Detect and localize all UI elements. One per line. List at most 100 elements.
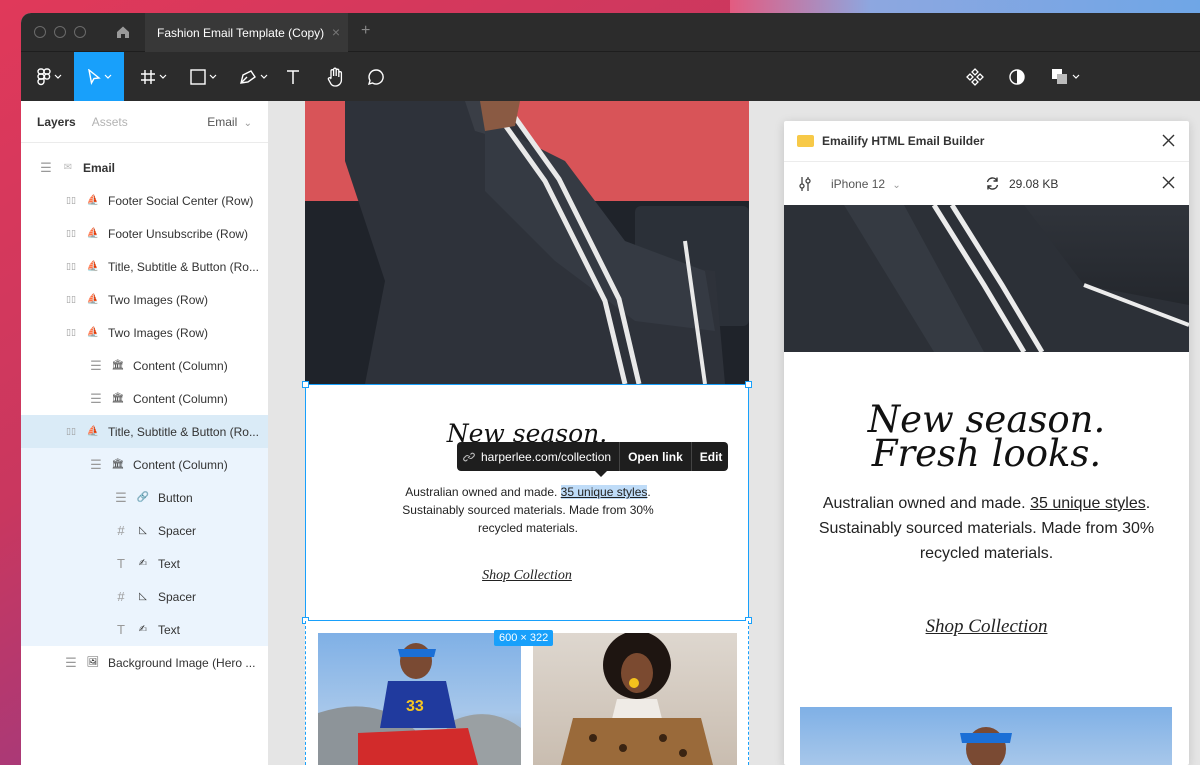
row-icon: ▯▯: [66, 294, 76, 304]
preview-hero-image: [784, 205, 1189, 352]
text-tool-button[interactable]: [279, 52, 307, 101]
title-subtitle-button-row[interactable]: New season. Australian owned and made. 3…: [302, 381, 752, 624]
chevron-down-icon: ⌄: [243, 117, 252, 129]
page-selector-label: Email: [207, 114, 238, 129]
column-emoji-icon: 🏛: [111, 459, 125, 470]
file-size-info: 29.08 KB: [985, 176, 1058, 191]
row-emoji-icon: ⛵: [86, 228, 100, 239]
link-tooltip: harperlee.com/collection Open link Edit: [457, 442, 729, 471]
photo-man-visor[interactable]: 33: [318, 633, 521, 765]
resize-handle[interactable]: [302, 381, 309, 388]
frame-size-badge: 600 × 322: [494, 630, 554, 646]
shape-tool-button[interactable]: [181, 52, 225, 101]
open-link-button[interactable]: Open link: [628, 450, 683, 464]
layer-row[interactable]: ▯▯ ⛵ Title, Subtitle & Button (Ro...: [21, 250, 268, 283]
email-body-text[interactable]: Australian owned and made. 35 unique sty…: [402, 483, 654, 537]
layer-label: Footer Unsubscribe (Row): [108, 226, 249, 241]
title-bar: Fashion Email Template (Copy) × +: [21, 13, 1200, 52]
preview-shop-collection-link[interactable]: Shop Collection: [784, 616, 1189, 638]
layer-label: Footer Social Center (Row): [108, 193, 254, 208]
frame-tool-button[interactable]: [131, 52, 175, 101]
text-icon: T: [117, 622, 125, 637]
preview-toolbar: iPhone 12 ⌄ 29.08 KB: [784, 162, 1189, 205]
new-tab-icon[interactable]: +: [361, 22, 370, 40]
refresh-icon[interactable]: [985, 176, 1000, 191]
layer-label: Text: [158, 622, 181, 637]
close-icon[interactable]: [1162, 134, 1175, 150]
file-size-label: 29.08 KB: [1009, 176, 1059, 191]
device-selector[interactable]: iPhone 12 ⌄: [831, 177, 901, 191]
move-tool-button[interactable]: [74, 52, 124, 101]
resize-handle[interactable]: [745, 381, 752, 388]
divider: [619, 442, 621, 471]
boolean-union-icon: [1051, 68, 1069, 86]
frame-icon: [140, 69, 156, 85]
layer-row[interactable]: ☰ 🏛 Content (Column): [21, 448, 268, 481]
text-emoji-icon: ✍: [138, 558, 148, 569]
tooltip-arrow: [595, 471, 607, 477]
page-selector[interactable]: Email ⌄: [207, 115, 252, 129]
shop-collection-link[interactable]: Shop Collection: [306, 568, 748, 584]
chevron-down-icon: ⌄: [892, 179, 901, 191]
tab-close-icon[interactable]: ×: [332, 24, 340, 40]
photo-woman-leopard[interactable]: [533, 633, 737, 765]
text-tool-icon: [285, 69, 301, 85]
close-icon[interactable]: [1162, 176, 1175, 192]
layer-row[interactable]: ▯▯ ⛵ Two Images (Row): [21, 283, 268, 316]
components-button[interactable]: [963, 52, 987, 101]
edit-link-button[interactable]: Edit: [700, 450, 723, 464]
settings-sliders-icon[interactable]: [798, 176, 812, 195]
layer-label: Spacer: [158, 523, 197, 538]
preview-title: New season. Fresh looks.: [784, 401, 1189, 472]
link-url[interactable]: harperlee.com/collection: [481, 450, 611, 464]
layer-label: Text: [158, 556, 181, 571]
layer-row[interactable]: ☰ ✉ Email: [21, 151, 268, 184]
pen-tool-button[interactable]: [231, 52, 275, 101]
layer-row[interactable]: # ◺ Spacer: [21, 514, 268, 547]
layer-row[interactable]: ▯▯ ⛵ Two Images (Row): [21, 316, 268, 349]
layer-row[interactable]: # ◺ Spacer: [21, 580, 268, 613]
tab-layers[interactable]: Layers: [37, 115, 76, 129]
preview-body-link[interactable]: 35 unique styles: [1030, 495, 1146, 512]
tab-assets[interactable]: Assets: [92, 115, 128, 129]
layer-row[interactable]: T ✍ Text: [21, 547, 268, 580]
layer-row[interactable]: ▯▯ ⛵ Title, Subtitle & Button (Ro...: [21, 415, 268, 448]
figma-menu-button[interactable]: [27, 52, 71, 101]
spacer-icon: #: [117, 523, 125, 538]
close-window-button[interactable]: [34, 26, 46, 38]
chevron-down-icon: [260, 74, 268, 79]
minimize-window-button[interactable]: [54, 26, 66, 38]
mask-button[interactable]: [1005, 52, 1029, 101]
layer-label: Content (Column): [133, 457, 228, 472]
hero-image[interactable]: [305, 101, 749, 384]
home-icon[interactable]: [115, 24, 131, 40]
row-icon: ▯▯: [66, 228, 76, 238]
body-text-link[interactable]: 35 unique styles: [560, 485, 648, 499]
boolean-button[interactable]: [1047, 52, 1083, 101]
column-icon: ☰: [90, 390, 102, 406]
layer-row[interactable]: T ✍ Text: [21, 613, 268, 646]
layer-row[interactable]: ☰ 🖼 Background Image (Hero ...: [21, 646, 268, 679]
figma-window: Fashion Email Template (Copy) × + Layers…: [21, 13, 1200, 765]
chevron-down-icon: [54, 74, 62, 79]
column-icon: ☰: [90, 456, 102, 472]
frame-emoji-icon: ✉: [63, 162, 73, 173]
layer-label: Content (Column): [133, 358, 228, 373]
preview-body-text: Australian owned and made. 35 unique sty…: [802, 491, 1171, 566]
column-icon: ☰: [90, 357, 102, 373]
comment-tool-button[interactable]: [361, 52, 391, 101]
hand-tool-button[interactable]: [321, 52, 351, 101]
layer-label: Two Images (Row): [108, 292, 209, 307]
spacer-emoji-icon: ◺: [139, 525, 147, 536]
body-text-before: Australian owned and made.: [405, 485, 561, 499]
layer-row[interactable]: ☰ 🏛 Content (Column): [21, 349, 268, 382]
canvas[interactable]: New season. Australian owned and made. 3…: [269, 101, 1200, 765]
layers-panel-header: Layers Assets Email ⌄: [21, 101, 268, 143]
layer-row[interactable]: ▯▯ ⛵ Footer Unsubscribe (Row): [21, 217, 268, 250]
layer-row[interactable]: ▯▯ ⛵ Footer Social Center (Row): [21, 184, 268, 217]
email-frame[interactable]: New season. Australian owned and made. 3…: [302, 101, 752, 765]
maximize-window-button[interactable]: [74, 26, 86, 38]
layer-row[interactable]: ☰ 🔗 Button: [21, 481, 268, 514]
layer-row[interactable]: ☰ 🏛 Content (Column): [21, 382, 268, 415]
file-tab[interactable]: Fashion Email Template (Copy) ×: [145, 13, 348, 52]
